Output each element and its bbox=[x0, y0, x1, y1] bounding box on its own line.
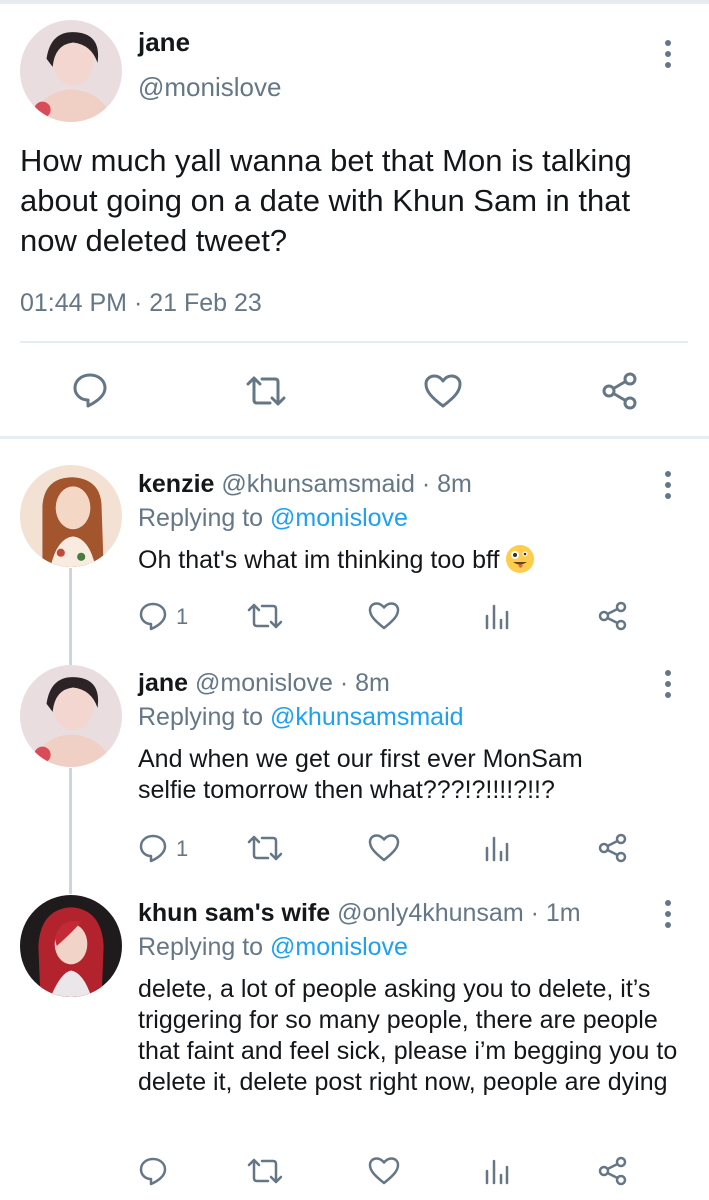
reply-count: 1 bbox=[176, 836, 189, 861]
replying-to-link[interactable]: @khunsamsmaid bbox=[270, 703, 464, 731]
replying-label: Replying to bbox=[138, 703, 264, 731]
reply-text: delete, a lot of people asking you to de… bbox=[138, 975, 678, 1096]
retweet-icon[interactable] bbox=[246, 602, 284, 630]
like-icon[interactable] bbox=[367, 601, 401, 631]
reply-text: And when we get our first ever MonSam se… bbox=[138, 745, 583, 804]
author-name[interactable]: jane bbox=[138, 27, 190, 58]
reply-icon[interactable] bbox=[138, 833, 168, 863]
retweet-icon[interactable] bbox=[246, 834, 284, 862]
avatar[interactable] bbox=[20, 895, 122, 997]
tweet-text: How much yall wanna bet that Mon is talk… bbox=[20, 143, 632, 258]
share-icon[interactable] bbox=[597, 1156, 629, 1186]
more-icon[interactable] bbox=[664, 670, 672, 700]
reply-text: Oh that's what im thinking too bff bbox=[138, 546, 500, 574]
replying-to-link[interactable]: @monislove bbox=[270, 504, 408, 532]
thread-line bbox=[69, 568, 72, 666]
share-icon[interactable] bbox=[597, 833, 629, 863]
reply-author-handle[interactable]: @khunsamsmaid bbox=[221, 470, 415, 498]
divider bbox=[20, 341, 688, 343]
avatar[interactable] bbox=[20, 20, 122, 122]
more-icon[interactable] bbox=[664, 900, 672, 930]
reply-icon[interactable] bbox=[72, 371, 108, 409]
replying-label: Replying to bbox=[138, 933, 264, 961]
reply-author-name[interactable]: kenzie bbox=[138, 470, 214, 498]
share-icon[interactable] bbox=[600, 372, 640, 410]
section-divider bbox=[0, 436, 709, 439]
more-icon[interactable] bbox=[664, 40, 672, 70]
like-icon[interactable] bbox=[367, 833, 401, 863]
analytics-icon[interactable] bbox=[484, 834, 510, 862]
reply-icon[interactable] bbox=[138, 601, 168, 631]
more-icon[interactable] bbox=[664, 471, 672, 501]
replying-label: Replying to bbox=[138, 504, 264, 532]
top-divider bbox=[0, 0, 709, 4]
like-icon[interactable] bbox=[367, 1156, 401, 1186]
analytics-icon[interactable] bbox=[484, 1157, 510, 1185]
replying-to-link[interactable]: @monislove bbox=[270, 933, 408, 961]
reply-time: · 8m bbox=[421, 470, 472, 498]
tweet-timestamp: 01:44 PM · 21 Feb 23 bbox=[20, 289, 262, 317]
analytics-icon[interactable] bbox=[484, 602, 510, 630]
author-handle[interactable]: @monislove bbox=[138, 72, 281, 103]
reply-icon[interactable] bbox=[138, 1156, 168, 1186]
like-icon[interactable] bbox=[423, 373, 463, 409]
reply-count: 1 bbox=[176, 604, 189, 629]
avatar[interactable] bbox=[20, 665, 122, 767]
reply-time: · 1m bbox=[530, 899, 581, 927]
retweet-icon[interactable] bbox=[246, 1157, 284, 1185]
reply-time: · 8m bbox=[339, 669, 390, 697]
reply-author-name[interactable]: khun sam's wife bbox=[138, 899, 330, 927]
reply-author-handle[interactable]: @only4khunsam bbox=[337, 899, 524, 927]
reply-author-name[interactable]: jane bbox=[138, 669, 188, 697]
zany-face-emoji bbox=[506, 545, 535, 573]
avatar[interactable] bbox=[20, 465, 122, 567]
retweet-icon[interactable] bbox=[244, 374, 288, 408]
share-icon[interactable] bbox=[597, 601, 629, 631]
reply-author-handle[interactable]: @monislove bbox=[195, 669, 333, 697]
thread-line bbox=[69, 768, 72, 894]
